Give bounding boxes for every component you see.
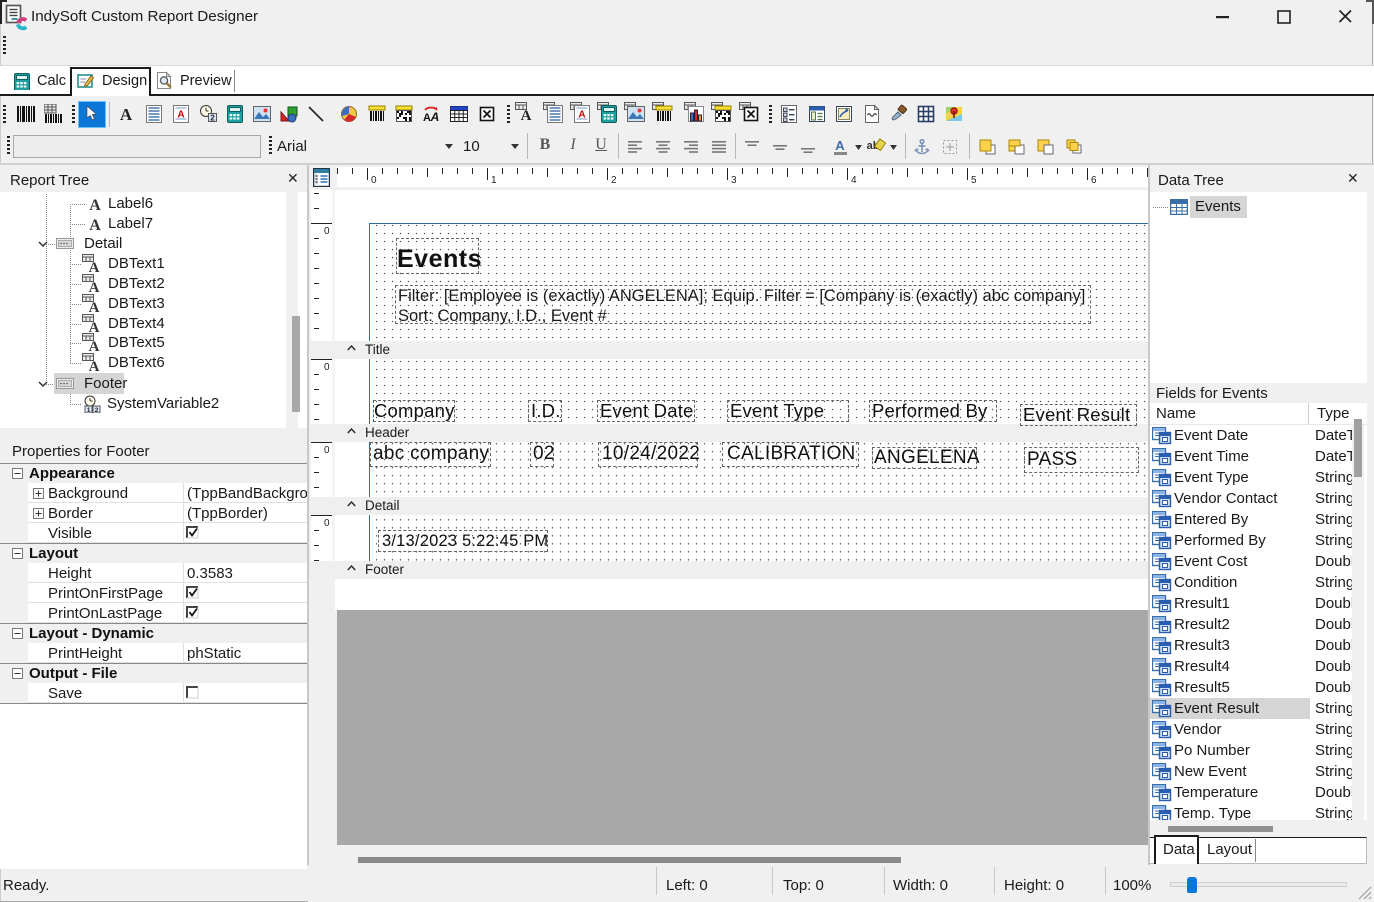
svg-text:A: A	[835, 138, 845, 153]
svg-text:A: A	[430, 110, 440, 124]
svg-text:2: 2	[95, 407, 99, 413]
svg-text:A: A	[89, 359, 100, 372]
svg-text:A: A	[89, 197, 101, 212]
svg-text:A: A	[177, 110, 184, 121]
svg-text:A: A	[521, 108, 532, 123]
svg-text:A: A	[89, 260, 100, 273]
svg-text:A: A	[578, 110, 585, 121]
svg-text:A: A	[89, 217, 101, 232]
svg-text:2: 2	[210, 114, 215, 123]
svg-text:A: A	[89, 280, 100, 293]
svg-text:A: A	[89, 320, 100, 333]
svg-text:A: A	[120, 105, 133, 124]
svg-text:1: 1	[87, 407, 91, 413]
svg-text:A: A	[89, 300, 100, 313]
svg-text:A: A	[89, 339, 100, 352]
